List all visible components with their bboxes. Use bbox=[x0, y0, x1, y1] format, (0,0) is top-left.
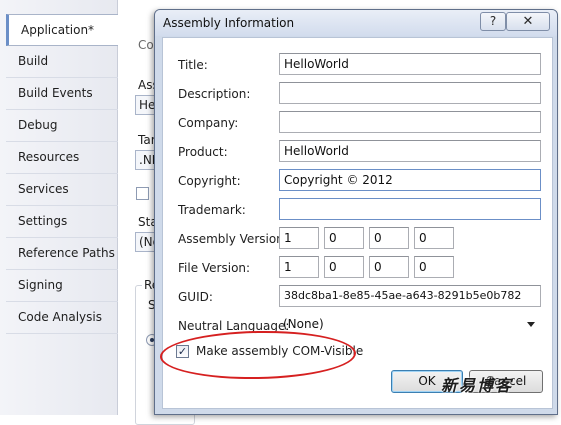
company-field[interactable] bbox=[279, 111, 541, 133]
tab-build[interactable]: Build bbox=[6, 46, 118, 78]
trademark-field[interactable] bbox=[279, 198, 541, 220]
tab-debug[interactable]: Debug bbox=[6, 110, 118, 142]
tab-separator bbox=[6, 333, 118, 334]
description-field[interactable] bbox=[279, 82, 541, 104]
dialog-title: Assembly Information bbox=[163, 16, 295, 30]
dialog-titlebar[interactable]: Assembly Information ? ✕ bbox=[155, 10, 557, 36]
assembly-information-dialog: Assembly Information ? ✕ Title: HelloWor… bbox=[154, 9, 558, 415]
title-label: Title: bbox=[178, 58, 208, 72]
file-version-revision[interactable]: 0 bbox=[414, 256, 454, 278]
assembly-version-revision[interactable]: 0 bbox=[414, 227, 454, 249]
project-properties-sidebar: Application* Build Build Events Debug Re… bbox=[0, 0, 118, 415]
assembly-version-build[interactable]: 0 bbox=[369, 227, 409, 249]
neutral-language-combo[interactable]: (None) bbox=[279, 314, 541, 336]
dialog-body: Title: HelloWorld Description: Company: … bbox=[162, 37, 553, 409]
settings-checkbox[interactable] bbox=[136, 187, 149, 200]
company-label: Company: bbox=[178, 116, 239, 130]
help-icon: ? bbox=[489, 14, 497, 28]
guid-label: GUID: bbox=[178, 290, 213, 304]
close-icon: ✕ bbox=[522, 14, 534, 29]
product-label: Product: bbox=[178, 145, 228, 159]
watermark: 新易博客 bbox=[441, 376, 514, 395]
tab-services[interactable]: Services bbox=[6, 174, 118, 206]
title-field[interactable]: HelloWorld bbox=[279, 53, 541, 75]
tab-settings[interactable]: Settings bbox=[6, 206, 118, 238]
com-visible-label: Make assembly COM-Visible bbox=[196, 344, 364, 358]
guid-field[interactable]: 38dc8ba1-8e85-45ae-a643-8291b5e0b782 bbox=[279, 285, 541, 307]
tab-reference-paths[interactable]: Reference Paths bbox=[6, 238, 118, 270]
trademark-label: Trademark: bbox=[178, 203, 246, 217]
copyright-field[interactable]: Copyright © 2012 bbox=[279, 169, 541, 191]
tab-code-analysis[interactable]: Code Analysis bbox=[6, 302, 118, 334]
description-label: Description: bbox=[178, 87, 251, 101]
copyright-label: Copyright: bbox=[178, 174, 241, 188]
file-version-minor[interactable]: 0 bbox=[324, 256, 364, 278]
target-framework-label: Tar bbox=[138, 133, 156, 147]
close-button[interactable]: ✕ bbox=[506, 12, 550, 31]
file-version-build[interactable]: 0 bbox=[369, 256, 409, 278]
product-field[interactable]: HelloWorld bbox=[279, 140, 541, 162]
assembly-version-label: Assembly Version: bbox=[178, 232, 288, 246]
assembly-version-major[interactable]: 1 bbox=[279, 227, 319, 249]
tab-resources[interactable]: Resources bbox=[6, 142, 118, 174]
file-version-major[interactable]: 1 bbox=[279, 256, 319, 278]
neutral-language-label: Neutral Language: bbox=[178, 319, 290, 333]
checkmark-icon: ✓ bbox=[177, 345, 188, 358]
com-visible-checkbox[interactable]: ✓ bbox=[176, 345, 189, 358]
tab-build-events[interactable]: Build Events bbox=[6, 78, 118, 110]
configuration-label: Co bbox=[138, 38, 154, 52]
tab-application[interactable]: Application* bbox=[6, 14, 118, 46]
help-button[interactable]: ? bbox=[480, 12, 506, 31]
file-version-label: File Version: bbox=[178, 261, 251, 275]
tab-signing[interactable]: Signing bbox=[6, 270, 118, 302]
chevron-down-icon bbox=[527, 322, 535, 327]
assembly-name-value: He bbox=[139, 98, 156, 112]
assembly-version-minor[interactable]: 0 bbox=[324, 227, 364, 249]
neutral-language-value: (None) bbox=[283, 317, 324, 331]
